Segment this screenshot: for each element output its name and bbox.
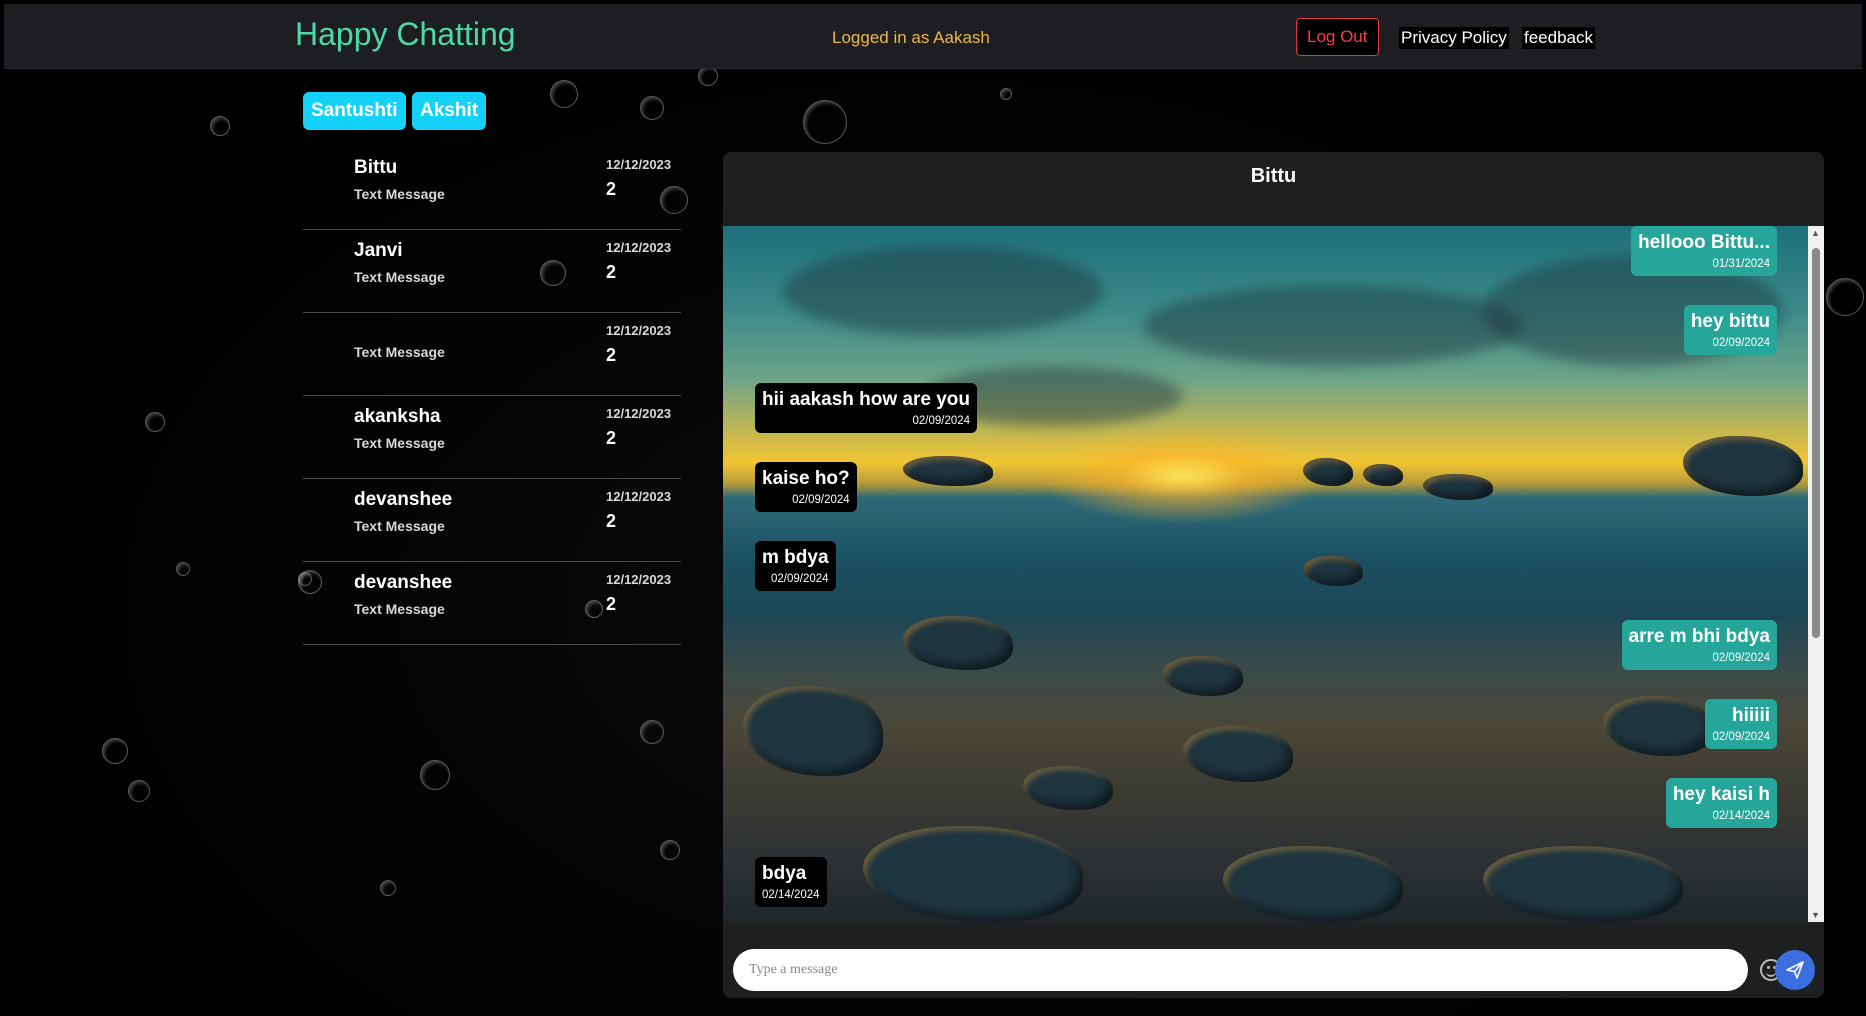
feedback-link[interactable]: feedback <box>1522 27 1595 49</box>
message-sent[interactable]: hellooo Bittu... 01/31/2024 <box>1631 226 1777 276</box>
unread-count: 2 <box>606 428 617 448</box>
message-text: bdya <box>762 863 807 884</box>
app-brand[interactable]: Happy Chatting <box>295 16 516 53</box>
message-text: arre m bhi bdya <box>1628 626 1771 647</box>
message-text: hey bittu <box>1690 311 1770 332</box>
message-time: 02/09/2024 <box>1712 337 1770 349</box>
send-icon <box>1786 961 1804 979</box>
contact-preview: Text Message <box>354 518 445 534</box>
contact-date: 12/12/2023 <box>606 406 672 421</box>
message-received[interactable]: kaise ho? 02/09/2024 <box>755 462 857 512</box>
contact-preview: Text Message <box>354 269 445 285</box>
message-sent[interactable]: hiiiii 02/09/2024 <box>1705 699 1777 749</box>
scroll-thumb[interactable] <box>1812 248 1820 638</box>
message-text: hellooo Bittu... <box>1638 232 1770 253</box>
chat-wallpaper <box>723 226 1808 922</box>
contact-item[interactable]: Janvi Text Message 12/12/2023 2 <box>303 230 681 313</box>
contact-item[interactable]: akanksha Text Message 12/12/2023 2 <box>303 396 681 479</box>
message-time: 02/09/2024 <box>770 573 829 585</box>
message-time: 02/09/2024 <box>912 415 971 427</box>
contact-date: 12/12/2023 <box>606 489 672 504</box>
group-pill-akshit[interactable]: Akshit <box>412 92 487 130</box>
contact-date: 12/12/2023 <box>606 157 672 172</box>
message-sent[interactable]: hey bittu 02/09/2024 <box>1683 305 1777 355</box>
contact-date: 12/12/2023 <box>606 323 672 338</box>
contact-preview: Text Message <box>354 601 445 617</box>
unread-count: 2 <box>606 594 617 614</box>
logout-button[interactable]: Log Out <box>1296 18 1379 56</box>
message-input[interactable] <box>733 949 1748 991</box>
unread-count: 2 <box>606 511 617 531</box>
chat-panel: Bittu ▲ ▼ hellooo Bittu... 01/31/2024 he… <box>723 152 1824 998</box>
contact-date: 12/12/2023 <box>606 572 672 587</box>
message-text: hii aakash how are you <box>762 389 971 410</box>
scroll-up-icon[interactable]: ▲ <box>1811 228 1820 238</box>
message-received[interactable]: hii aakash how are you 02/09/2024 <box>755 383 978 433</box>
contact-preview: Text Message <box>354 186 445 202</box>
contact-date: 12/12/2023 <box>606 240 672 255</box>
contact-name: akanksha <box>354 406 441 427</box>
send-button[interactable] <box>1775 950 1815 990</box>
contact-name: Bittu <box>354 157 398 178</box>
message-received[interactable]: m bdya 02/09/2024 <box>755 541 836 591</box>
message-text: kaise ho? <box>762 468 850 489</box>
chat-header: Bittu <box>723 152 1824 226</box>
unread-count: 2 <box>606 179 617 199</box>
group-pill-santushti[interactable]: Santushti <box>303 92 406 130</box>
unread-count: 2 <box>606 262 617 282</box>
unread-count: 2 <box>606 345 617 365</box>
message-received[interactable]: bdya 02/14/2024 <box>755 857 827 907</box>
contact-list: Bittu Text Message 12/12/2023 2 Janvi Te… <box>303 147 681 645</box>
contact-name: Janvi <box>354 240 403 261</box>
message-text: m bdya <box>762 547 829 568</box>
contact-item[interactable]: devanshee Text Message 12/12/2023 2 <box>303 562 681 645</box>
contact-item[interactable]: Text Message 12/12/2023 2 <box>303 313 681 396</box>
chat-scrollbar[interactable]: ▲ ▼ <box>1808 226 1824 922</box>
contact-item[interactable]: Bittu Text Message 12/12/2023 2 <box>303 147 681 230</box>
message-text: hey kaisi h <box>1672 784 1770 805</box>
message-time: 02/09/2024 <box>792 494 850 506</box>
contact-item[interactable]: devanshee Text Message 12/12/2023 2 <box>303 479 681 562</box>
message-time: 02/09/2024 <box>1712 652 1770 664</box>
top-navbar: Happy Chatting Logged in as Aakash Log O… <box>4 4 1862 69</box>
message-time: 01/31/2024 <box>1712 258 1770 270</box>
chat-contact-name: Bittu <box>1250 165 1297 187</box>
privacy-policy-link[interactable]: Privacy Policy <box>1399 27 1509 49</box>
contact-name: devanshee <box>354 572 453 593</box>
message-time: 02/09/2024 <box>1712 731 1770 743</box>
contact-preview: Text Message <box>354 344 445 360</box>
contact-preview: Text Message <box>354 435 445 451</box>
message-time: 02/14/2024 <box>1712 810 1770 822</box>
message-sent[interactable]: hey kaisi h 02/14/2024 <box>1665 778 1777 828</box>
scroll-down-icon[interactable]: ▼ <box>1811 910 1820 920</box>
message-time: 02/14/2024 <box>762 889 820 901</box>
message-text: hiiiii <box>1732 705 1770 726</box>
message-sent[interactable]: arre m bhi bdya 02/09/2024 <box>1621 620 1777 670</box>
logged-in-label: Logged in as Aakash <box>832 28 990 47</box>
message-input-bar <box>723 922 1824 998</box>
contact-name: devanshee <box>354 489 453 510</box>
